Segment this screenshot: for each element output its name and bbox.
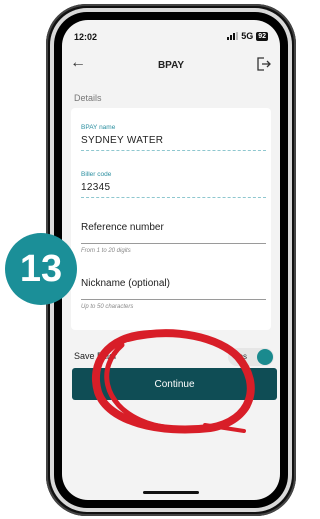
page-title: BPAY <box>157 60 185 71</box>
biller-code-field[interactable]: Biller code 12345 <box>81 171 266 198</box>
biller-name-field[interactable]: BPAY name SYDNEY WATER <box>81 124 266 151</box>
nav-bar: ← BPAY <box>62 50 280 80</box>
status-bar: 12:02 5G 92 <box>62 20 280 48</box>
toggle-label: Yes <box>234 352 248 361</box>
field-underline <box>81 150 266 151</box>
reference-number-field[interactable]: Reference number From 1 to 20 digits <box>81 222 266 254</box>
details-card: BPAY name SYDNEY WATER Biller code 12345… <box>71 108 271 330</box>
status-time: 12:02 <box>74 32 98 42</box>
save-biller-label: Save Biller <box>74 351 118 361</box>
biller-code-value: 12345 <box>81 182 111 193</box>
status-indicators: 5G 92 <box>227 31 268 41</box>
reference-number-placeholder: Reference number <box>81 222 164 233</box>
save-biller-row: Save Biller Yes <box>74 348 278 368</box>
field-underline <box>81 243 266 244</box>
nickname-placeholder: Nickname (optional) <box>81 278 170 289</box>
phone-screen: 12:02 5G 92 ← BPAY Details BPAY name SYD… <box>62 20 280 500</box>
section-label: Details <box>74 93 102 103</box>
nickname-field[interactable]: Nickname (optional) Up to 50 characters <box>81 278 266 310</box>
biller-name-value: SYDNEY WATER <box>81 135 164 146</box>
field-underline <box>81 299 266 300</box>
continue-button[interactable]: Continue <box>72 368 277 400</box>
toggle-knob <box>257 349 273 365</box>
signal-icon <box>227 32 239 40</box>
biller-name-label: BPAY name <box>81 124 116 131</box>
home-indicator[interactable] <box>143 491 199 494</box>
nickname-hint: Up to 50 characters <box>81 304 134 310</box>
network-type: 5G <box>241 31 254 41</box>
step-number-badge: 13 <box>5 233 77 305</box>
logout-icon[interactable] <box>254 55 272 73</box>
field-underline <box>81 197 266 198</box>
battery-icon: 92 <box>256 31 268 41</box>
reference-number-hint: From 1 to 20 digits <box>81 248 131 254</box>
biller-code-label: Biller code <box>81 171 112 178</box>
save-biller-toggle[interactable]: Yes <box>228 348 274 366</box>
